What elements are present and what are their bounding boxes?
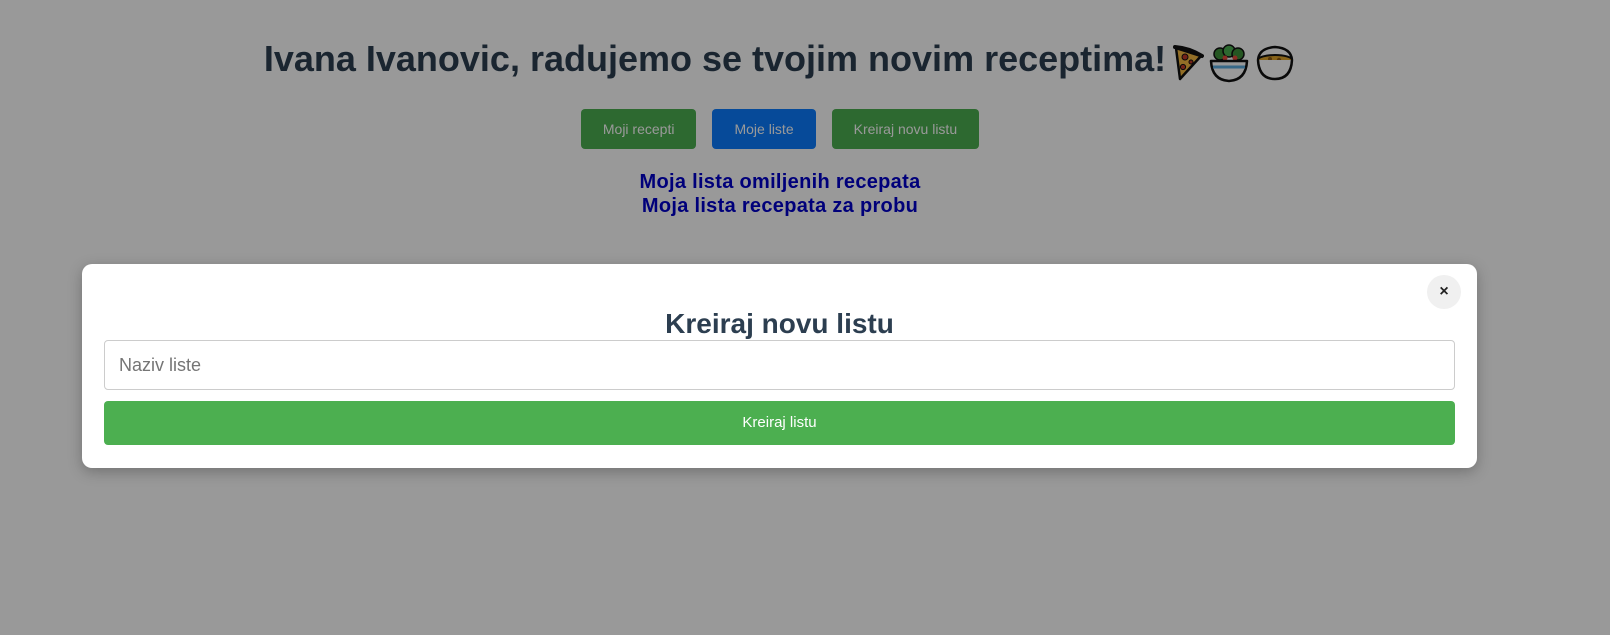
create-list-modal: × Kreiraj novu listu Kreiraj listu — [82, 264, 1477, 468]
create-list-submit-button[interactable]: Kreiraj listu — [104, 401, 1455, 445]
close-modal-button[interactable]: × — [1427, 275, 1461, 309]
modal-title: Kreiraj novu listu — [665, 308, 894, 339]
list-name-input[interactable] — [104, 340, 1455, 390]
